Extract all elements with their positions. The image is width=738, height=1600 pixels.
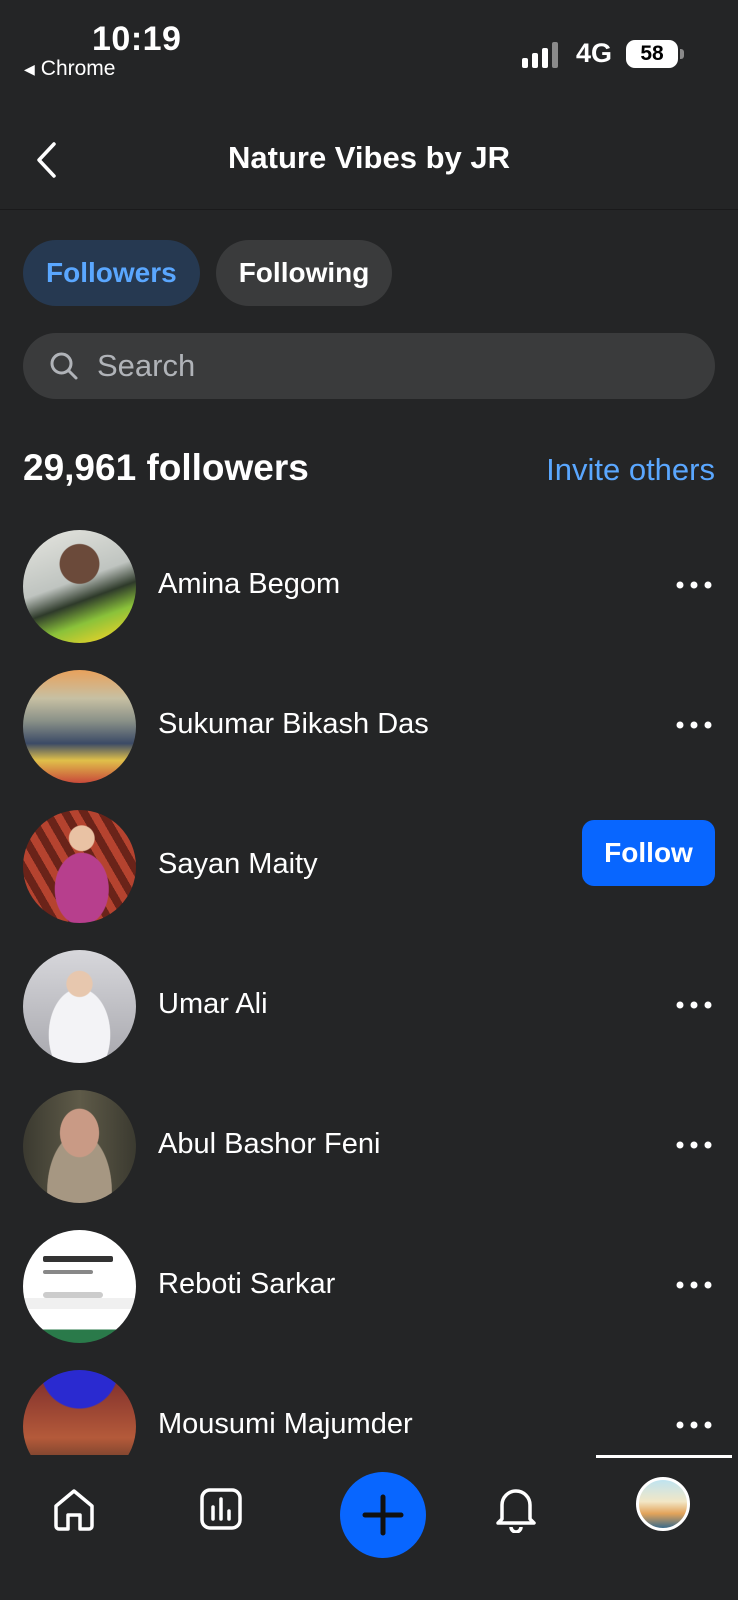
list-item[interactable]: Umar Ali: [0, 950, 738, 1063]
search-icon: [50, 352, 78, 380]
follower-name: Abul Bashor Feni: [158, 1128, 381, 1160]
tab-followers[interactable]: Followers: [23, 240, 200, 306]
list-item[interactable]: Sayan Maity Follow: [0, 810, 738, 923]
follower-name: Amina Begom: [158, 568, 341, 600]
insights-icon: [200, 1488, 242, 1530]
page-header: Nature Vibes by JR: [0, 120, 738, 210]
more-options-button[interactable]: [672, 1130, 716, 1160]
more-options-button[interactable]: [672, 710, 716, 740]
follower-name: Umar Ali: [158, 988, 268, 1020]
nav-notifications[interactable]: [486, 1479, 546, 1539]
ellipsis-icon: [676, 581, 712, 589]
back-app-label: Chrome: [40, 57, 116, 80]
followers-count: 29,961 followers: [23, 447, 309, 488]
network-type: 4G: [576, 38, 613, 68]
avatar[interactable]: [23, 530, 136, 643]
list-item[interactable]: Mousumi Majumder: [0, 1370, 738, 1455]
avatar-screenshot-line: [43, 1256, 113, 1262]
more-options-button[interactable]: [672, 1410, 716, 1440]
status-bar: 10:19 ◀ Chrome 4G 58: [0, 0, 738, 90]
follower-name: Mousumi Majumder: [158, 1408, 413, 1440]
follower-name: Reboti Sarkar: [158, 1268, 336, 1300]
back-triangle-icon: ◀: [24, 60, 35, 77]
avatar[interactable]: [23, 810, 136, 923]
invite-others-link[interactable]: Invite others: [546, 452, 715, 488]
list-item[interactable]: Reboti Sarkar: [0, 1230, 738, 1343]
page-title: Nature Vibes by JR: [228, 140, 510, 175]
avatar[interactable]: [23, 1090, 136, 1203]
search-input[interactable]: [97, 348, 657, 384]
battery-icon: 58: [626, 40, 678, 68]
ellipsis-icon: [676, 1421, 712, 1429]
followers-list: Amina Begom Sukumar Bikash Das Sayan Mai…: [0, 530, 738, 1455]
list-item[interactable]: Sukumar Bikash Das: [0, 670, 738, 783]
avatar-screenshot-line: [43, 1292, 103, 1298]
signal-strength-icon: [522, 42, 558, 68]
list-item[interactable]: Amina Begom: [0, 530, 738, 643]
avatar[interactable]: [23, 670, 136, 783]
bell-icon: [496, 1489, 536, 1533]
plus-icon: [362, 1494, 404, 1536]
ellipsis-icon: [676, 721, 712, 729]
avatar[interactable]: [23, 1230, 136, 1343]
ellipsis-icon: [676, 1281, 712, 1289]
tab-bar: Followers Following: [23, 240, 393, 306]
nav-home[interactable]: [44, 1479, 104, 1539]
list-item[interactable]: Abul Bashor Feni: [0, 1090, 738, 1203]
search-bar[interactable]: [23, 333, 715, 399]
profile-avatar[interactable]: [636, 1477, 690, 1531]
back-to-app-link[interactable]: ◀ Chrome: [24, 57, 115, 81]
tab-following[interactable]: Following: [215, 240, 393, 306]
avatar[interactable]: [23, 950, 136, 1063]
bottom-nav: [0, 1455, 738, 1600]
follower-name: Sayan Maity: [158, 848, 318, 880]
battery-cap: [680, 49, 684, 59]
nav-insights[interactable]: [191, 1479, 251, 1539]
follow-button[interactable]: Follow: [582, 820, 715, 886]
more-options-button[interactable]: [672, 990, 716, 1020]
avatar-screenshot-line: [43, 1270, 93, 1274]
home-icon: [54, 1489, 94, 1531]
more-options-button[interactable]: [672, 570, 716, 600]
avatar[interactable]: [23, 1370, 136, 1455]
battery-level: 58: [640, 42, 664, 65]
create-button[interactable]: [340, 1472, 426, 1558]
status-time: 10:19: [92, 20, 182, 58]
follower-name: Sukumar Bikash Das: [158, 708, 429, 740]
active-tab-indicator: [596, 1455, 732, 1458]
ellipsis-icon: [676, 1001, 712, 1009]
more-options-button[interactable]: [672, 1270, 716, 1300]
ellipsis-icon: [676, 1141, 712, 1149]
